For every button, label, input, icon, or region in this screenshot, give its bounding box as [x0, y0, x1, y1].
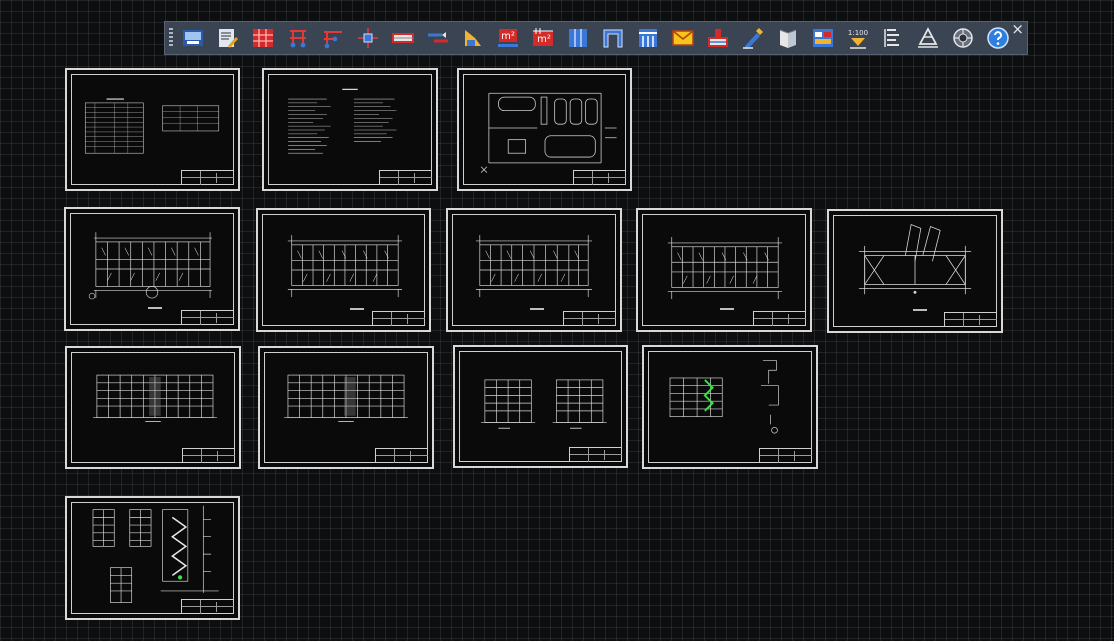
area-table-tool[interactable]: m²: [529, 24, 557, 52]
title-block: [563, 311, 616, 326]
wall-tool[interactable]: [389, 24, 417, 52]
title-block: [375, 448, 428, 463]
drawing-caption: [350, 308, 364, 310]
book-tool[interactable]: [774, 24, 802, 52]
elevation-tool[interactable]: [564, 24, 592, 52]
sheet-plan-1[interactable]: [64, 207, 240, 331]
drawing-caption: [720, 308, 734, 310]
sheet-elevation-2[interactable]: [258, 346, 434, 469]
sheet-elevation-1[interactable]: [65, 346, 241, 469]
title-block: [181, 170, 234, 185]
svg-text:1:100: 1:100: [848, 29, 868, 37]
door-tool[interactable]: [424, 24, 452, 52]
layer-tool[interactable]: [809, 24, 837, 52]
sheet-plan-3[interactable]: [446, 208, 622, 332]
area-tool[interactable]: m²: [494, 24, 522, 52]
sheet-table[interactable]: [65, 68, 240, 191]
sheet-roof[interactable]: [827, 209, 1003, 333]
column-tool[interactable]: [284, 24, 312, 52]
text-tool[interactable]: [879, 24, 907, 52]
sheet-site[interactable]: [457, 68, 632, 191]
axis-grid-tool[interactable]: [179, 24, 207, 52]
sheet-section[interactable]: [642, 345, 818, 469]
envelope-tool[interactable]: [669, 24, 697, 52]
dimension-tool[interactable]: [914, 24, 942, 52]
text-edit-tool[interactable]: [214, 24, 242, 52]
drawing-toolbar: m² m² 1:100 ×: [164, 20, 1028, 55]
toolbar-grip[interactable]: [169, 28, 173, 48]
room-tool[interactable]: [459, 24, 487, 52]
beam-tool[interactable]: [319, 24, 347, 52]
sheet-side-elevations[interactable]: [453, 345, 628, 468]
pen-tool[interactable]: [739, 24, 767, 52]
title-block: [573, 170, 626, 185]
title-block: [753, 311, 806, 326]
drawing-caption: [530, 308, 544, 310]
help-icon[interactable]: [984, 24, 1012, 52]
title-block: [759, 448, 812, 463]
sheet-plan-4[interactable]: [636, 208, 812, 332]
title-block: [182, 448, 235, 463]
scale-tool[interactable]: 1:100: [844, 24, 872, 52]
grid-tool[interactable]: [249, 24, 277, 52]
sheet-notes[interactable]: [262, 68, 438, 191]
title-block: [181, 310, 234, 325]
section-tool[interactable]: [599, 24, 627, 52]
facade-tool[interactable]: [634, 24, 662, 52]
title-block: [944, 312, 997, 327]
svg-text:m²: m²: [501, 31, 515, 42]
title-block: [372, 311, 425, 326]
svg-text:m²: m²: [537, 34, 551, 45]
sheet-stair-details[interactable]: [65, 496, 240, 620]
layer-manager-tool[interactable]: [949, 24, 977, 52]
title-block: [569, 447, 622, 462]
drawing-caption: [148, 307, 162, 309]
title-block: [181, 599, 234, 614]
drawing-caption: [913, 309, 927, 311]
sheet-plan-2[interactable]: [256, 208, 431, 332]
title-block: [379, 170, 432, 185]
node-tool[interactable]: [354, 24, 382, 52]
stamp-tool[interactable]: [704, 24, 732, 52]
close-toolbar-button[interactable]: ×: [1011, 20, 1024, 38]
